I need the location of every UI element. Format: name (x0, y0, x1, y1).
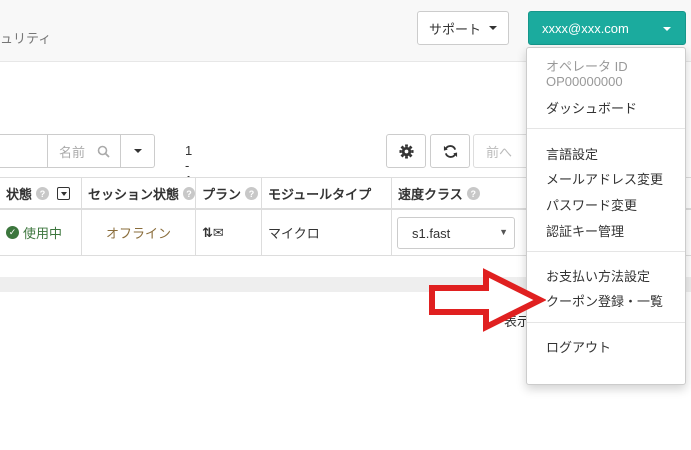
session-text: オフライン (105, 226, 171, 241)
chevron-down-icon: ▼ (499, 227, 508, 237)
chevron-down-icon (133, 149, 142, 153)
menu-item-email-change[interactable]: メールアドレス変更 (546, 169, 663, 188)
search-placeholder: 名前 (59, 144, 86, 160)
menu-item-language[interactable]: 言語設定 (546, 144, 598, 163)
column-module-type[interactable]: モジュールタイプ (261, 178, 391, 209)
module-type-cell: マイクロ (261, 210, 391, 255)
breadcrumb[interactable]: ュリティ (0, 28, 51, 47)
question-icon[interactable]: ? (245, 187, 259, 200)
operator-id-label: オペレータ ID (546, 59, 628, 74)
module-type-text: マイクロ (268, 226, 320, 241)
gear-icon (398, 143, 414, 159)
menu-divider (527, 322, 685, 323)
column-speed-class[interactable]: 速度クラス ? (391, 178, 521, 209)
column-session-label: セッション状態 (88, 187, 180, 202)
menu-item-logout[interactable]: ログアウト (546, 337, 611, 356)
column-session[interactable]: セッション状態 ? (81, 178, 195, 209)
support-label: サポート (428, 21, 481, 37)
menu-divider (527, 251, 685, 252)
red-arrow-icon (429, 268, 546, 332)
session-cell: オフライン (81, 210, 195, 255)
speed-class-value: s1.fast (412, 225, 451, 241)
column-plan-label: プラン (202, 187, 242, 202)
account-dropdown-menu: オペレータ ID OP00000000 ダッシュボード 言語設定 メールアドレス… (526, 47, 686, 385)
refresh-icon (443, 144, 457, 158)
status-text: 使用中 (23, 226, 63, 241)
column-plan[interactable]: プラン ? (195, 178, 261, 209)
column-status-label: 状態 (6, 187, 33, 202)
menu-item-auth-keys[interactable]: 認証キー管理 (546, 221, 624, 240)
support-button[interactable]: サポート (417, 11, 509, 45)
search-filter-name[interactable]: 名前 (47, 134, 121, 168)
search-options-button[interactable] (121, 134, 155, 168)
plan-icons: ⇅✉ (202, 224, 224, 240)
menu-item-coupon[interactable]: クーポン登録・一覧 (546, 291, 663, 310)
account-email: xxxx@xxx.com (542, 20, 629, 36)
search-icon (97, 145, 110, 158)
column-speed-class-label: 速度クラス (398, 187, 463, 202)
chevron-down-icon (489, 26, 497, 30)
plan-cell: ⇅✉ (195, 210, 261, 255)
question-icon[interactable]: ? (36, 187, 50, 200)
status-cell: ✓ 使用中 (0, 210, 81, 255)
menu-divider (527, 128, 685, 129)
settings-button[interactable] (386, 134, 426, 168)
column-status[interactable]: 状態 ? (0, 178, 81, 209)
menu-item-dashboard[interactable]: ダッシュボード (546, 98, 637, 117)
column-module-type-label: モジュールタイプ (268, 187, 372, 202)
operator-id-value: OP00000000 (546, 74, 623, 89)
search-input[interactable] (0, 134, 47, 168)
account-menu-button[interactable]: xxxx@xxx.com (528, 11, 686, 45)
chevron-down-icon (663, 27, 671, 31)
question-icon[interactable]: ? (466, 187, 480, 200)
menu-item-payment-method[interactable]: お支払い方法設定 (546, 266, 650, 285)
check-circle-icon: ✓ (6, 226, 19, 239)
question-icon[interactable]: ? (183, 187, 195, 200)
sort-icon[interactable] (57, 187, 71, 200)
menu-item-password-change[interactable]: パスワード変更 (546, 195, 637, 214)
speed-class-select[interactable]: s1.fast ▼ (397, 217, 515, 249)
refresh-button[interactable] (430, 134, 470, 168)
prev-page-button[interactable]: 前へ (473, 134, 527, 168)
